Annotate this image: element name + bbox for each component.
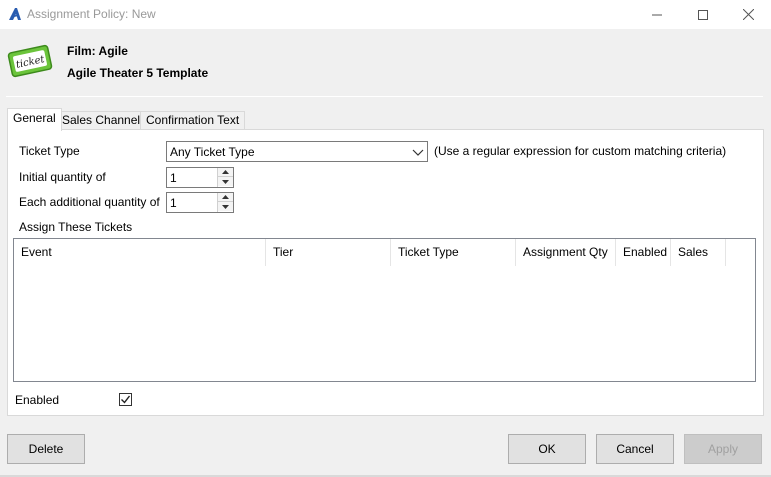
minimize-icon xyxy=(652,14,662,15)
caret-up-icon xyxy=(222,195,229,199)
maximize-icon xyxy=(698,9,708,20)
grid-header: Event Tier Ticket Type Assignment Qty En… xyxy=(14,239,755,266)
initial-quantity-label: Initial quantity of xyxy=(19,170,106,184)
initial-quantity-spin-buttons xyxy=(217,168,233,187)
enabled-checkbox[interactable] xyxy=(119,393,132,406)
maximize-button[interactable] xyxy=(680,0,726,29)
column-header-ticket-type[interactable]: Ticket Type xyxy=(391,239,516,266)
chevron-down-icon xyxy=(412,149,424,156)
checkmark-icon xyxy=(121,395,131,404)
tab-sales-channels[interactable]: Sales Channels xyxy=(56,111,153,130)
assigned-tickets-grid[interactable]: Event Tier Ticket Type Assignment Qty En… xyxy=(13,238,756,382)
initial-quantity-value: 1 xyxy=(170,171,177,185)
close-icon xyxy=(742,9,754,20)
template-name: Agile Theater 5 Template xyxy=(67,66,209,80)
additional-quantity-up-button[interactable] xyxy=(218,193,233,202)
column-header-assignment-qty[interactable]: Assignment Qty xyxy=(516,239,616,266)
general-tab-panel: Ticket Type Any Ticket Type (Use a regul… xyxy=(7,129,764,416)
initial-quantity-up-button[interactable] xyxy=(218,168,233,177)
additional-quantity-down-button[interactable] xyxy=(218,202,233,211)
ticket-type-label: Ticket Type xyxy=(19,144,80,158)
column-header-event[interactable]: Event xyxy=(14,239,266,266)
additional-quantity-value: 1 xyxy=(170,196,177,210)
column-header-sales[interactable]: Sales xyxy=(671,239,726,266)
column-header-enabled[interactable]: Enabled xyxy=(616,239,671,266)
apply-button[interactable]: Apply xyxy=(684,434,762,464)
header-divider xyxy=(6,96,763,97)
film-title: Film: Agile xyxy=(67,44,128,58)
ok-button[interactable]: OK xyxy=(508,434,586,464)
additional-quantity-stepper[interactable]: 1 xyxy=(166,192,234,213)
ticket-type-value: Any Ticket Type xyxy=(170,145,255,159)
title-bar: Assignment Policy: New xyxy=(0,0,771,29)
assign-tickets-label: Assign These Tickets xyxy=(19,220,133,234)
tab-confirmation-text[interactable]: Confirmation Text xyxy=(140,111,246,130)
ticket-icon: ticket xyxy=(7,44,53,78)
ticket-type-hint: (Use a regular expression for custom mat… xyxy=(434,144,727,158)
cancel-button[interactable]: Cancel xyxy=(596,434,674,464)
close-button[interactable] xyxy=(725,0,771,29)
minimize-button[interactable] xyxy=(634,0,680,29)
agile-a-logo-icon xyxy=(9,8,21,20)
column-header-tier[interactable]: Tier xyxy=(266,239,391,266)
tab-general[interactable]: General xyxy=(7,108,62,131)
additional-quantity-label: Each additional quantity of xyxy=(19,195,160,209)
caret-down-icon xyxy=(222,179,229,184)
delete-button[interactable]: Delete xyxy=(7,434,85,464)
caret-up-icon xyxy=(222,170,229,174)
initial-quantity-down-button[interactable] xyxy=(218,177,233,186)
initial-quantity-stepper[interactable]: 1 xyxy=(166,167,234,188)
enabled-label: Enabled xyxy=(15,393,60,407)
additional-quantity-spin-buttons xyxy=(217,193,233,212)
caret-down-icon xyxy=(222,204,229,209)
ticket-type-select[interactable]: Any Ticket Type xyxy=(166,141,428,162)
window-title: Assignment Policy: New xyxy=(27,7,156,21)
dialog-header: ticket Film: Agile Agile Theater 5 Templ… xyxy=(0,29,771,99)
